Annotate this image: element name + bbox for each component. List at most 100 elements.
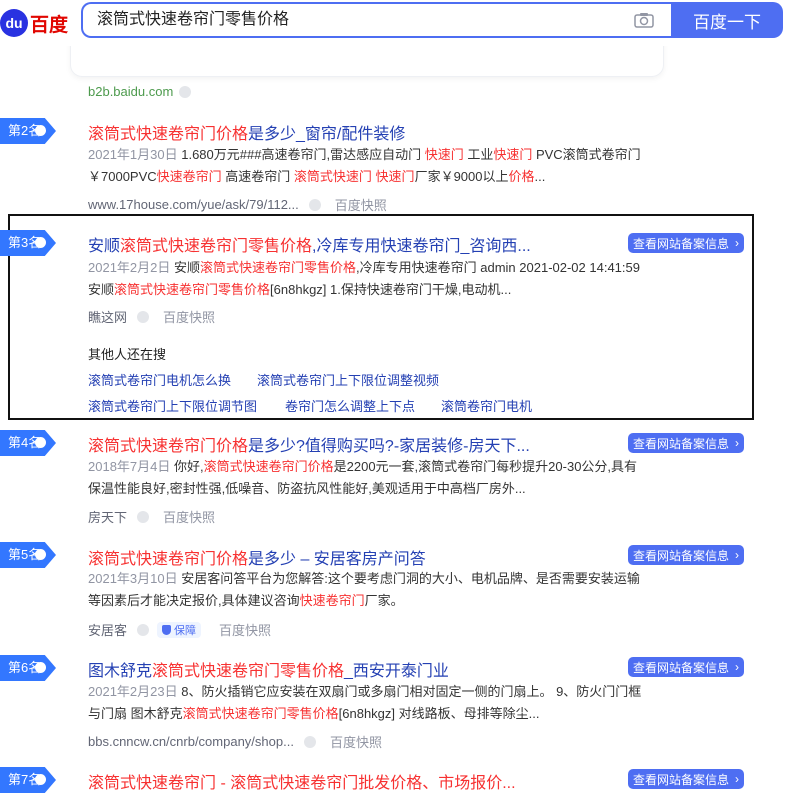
- source-name[interactable]: 安居客: [88, 620, 127, 639]
- result-title-link[interactable]: 滚筒式快速卷帘门 - 滚筒式快速卷帘门批发价格、市场报价...: [88, 769, 516, 793]
- result-snippet-line: 与门扇 图木舒克滚筒式快速卷帘门零售价格[6n8hkgz] 对线路板、母排等除尘…: [88, 703, 648, 725]
- highlight-text: 快速门: [493, 147, 533, 162]
- highlight-text: 滚筒式快速卷帘门零售价格: [152, 663, 345, 680]
- also-search-link[interactable]: 卷帘门怎么调整上下点: [285, 396, 415, 415]
- result-snippet-line: ￥7000PVC快速卷帘门 高速卷帘门 滚筒式快速门 快速门厂家￥9000以上价…: [88, 166, 648, 188]
- verify-label: 保障: [174, 624, 197, 637]
- dropdown-icon[interactable]: [303, 735, 316, 748]
- text-segment: 安居客问答平台为您解答:这个要考虑门洞的大小、电机品牌、是否需要安装运输: [177, 571, 640, 586]
- view-record-button[interactable]: 查看网站备案信息 ›: [628, 657, 744, 677]
- source-name[interactable]: 房天下: [88, 507, 127, 526]
- rank-badge: 第7名: [0, 767, 56, 793]
- highlight-text: 快速卷帘门: [156, 169, 222, 184]
- also-search-link[interactable]: 滚筒式卷帘门上下限位调整视频: [257, 370, 439, 389]
- snapshot-link[interactable]: 百度快照: [163, 307, 215, 326]
- source-name[interactable]: www.17house.com/yue/ask/79/112...: [88, 197, 299, 212]
- view-record-button[interactable]: 查看网站备案信息 ›: [628, 233, 744, 253]
- rank-icon: [35, 437, 46, 448]
- search-header: du 百度 滚筒式快速卷帘门零售价格 百度一下: [0, 0, 800, 46]
- highlight-text: 快速门: [375, 169, 415, 184]
- source-domain: b2b.baidu.com: [88, 84, 174, 99]
- result-snippet-line: 保温性能良好,密封性强,低噪音、防盗抗风性能好,美观适用于中高档厂房外...: [88, 478, 648, 500]
- record-label: 查看网站备案信息: [633, 437, 730, 451]
- search-input-box[interactable]: 滚筒式快速卷帘门零售价格: [81, 2, 672, 38]
- dropdown-icon[interactable]: [137, 623, 150, 636]
- record-label: 查看网站备案信息: [633, 237, 730, 251]
- logo-text: 百度: [30, 14, 69, 36]
- view-record-button[interactable]: 查看网站备案信息 ›: [628, 545, 744, 565]
- text-segment: 安顺: [88, 282, 115, 297]
- text-segment: 是多少?值得购买吗?-家居装修-房天下...: [248, 438, 530, 455]
- camera-icon[interactable]: [634, 12, 654, 28]
- text-segment: [6n8hkgz] 对线路板、母排等除尘...: [338, 706, 540, 721]
- text-segment: ...: [534, 169, 546, 184]
- result-source: 房天下 百度快照: [88, 507, 215, 526]
- dropdown-icon[interactable]: [137, 310, 150, 323]
- rank-badge: 第3名: [0, 230, 56, 256]
- result-source: 安居客 保障 百度快照: [88, 620, 271, 639]
- result-snippet-line: 等因素后才能决定报价,具体建议咨询快速卷帘门厂家。: [88, 590, 648, 612]
- result-snippet-line: 2021年3月10日 安居客问答平台为您解答:这个要考虑门洞的大小、电机品牌、是…: [88, 568, 648, 590]
- dropdown-icon[interactable]: [137, 510, 150, 523]
- also-search-link[interactable]: 滚筒卷帘门电机: [441, 396, 532, 415]
- snapshot-link[interactable]: 百度快照: [219, 620, 271, 639]
- source-name[interactable]: bbs.cnncw.cn/cnrb/company/shop...: [88, 734, 294, 749]
- text-segment: 与门扇 图木舒克: [88, 706, 183, 721]
- highlight-text: 滚筒式快速卷帘门价格: [88, 551, 249, 568]
- text-segment: [6n8hkgz] 1.保持快速卷帘门干燥,电动机...: [270, 282, 512, 297]
- dropdown-icon[interactable]: [179, 86, 192, 98]
- also-search-link[interactable]: 滚筒式卷帘门上下限位调节图: [88, 396, 257, 415]
- snapshot-link[interactable]: 百度快照: [330, 732, 382, 751]
- also-search-title: 其他人还在搜: [88, 347, 167, 362]
- view-record-button[interactable]: 查看网站备案信息 ›: [628, 433, 744, 453]
- verify-badge: 保障: [157, 621, 202, 638]
- highlight-text: 滚筒式快速卷帘门 - 滚筒式快速卷帘门批发价格、市场报价...: [88, 775, 516, 792]
- text-segment: 保温性能良好,密封性强,低噪音、防盗抗风性能好,美观适用于中高档厂房外...: [88, 481, 526, 496]
- text-segment: 等因素后才能决定报价,具体建议咨询: [88, 593, 300, 608]
- rank-icon: [35, 237, 46, 248]
- result-snippet-line: 2021年2月23日 8、防火插销它应安装在双扇门或多扇门相对固定一侧的门扇上。…: [88, 681, 648, 703]
- dropdown-icon[interactable]: [308, 198, 321, 211]
- text-segment: 厂家。: [364, 593, 404, 608]
- view-record-button[interactable]: 查看网站备案信息 ›: [628, 769, 744, 789]
- highlight-text: 滚筒式快速卷帘门零售价格: [200, 260, 357, 275]
- search-input[interactable]: 滚筒式快速卷帘门零售价格: [97, 4, 289, 36]
- result-date: 2021年2月23日: [88, 684, 178, 699]
- result-title-link[interactable]: 安顺滚筒式快速卷帘门零售价格,冷库专用快速卷帘门_咨询西...: [88, 232, 531, 256]
- text-segment: 8、防火插销它应安装在双扇门或多扇门相对固定一侧的门扇上。 9、防火门门框: [177, 684, 642, 699]
- search-button[interactable]: 百度一下: [671, 2, 783, 38]
- rank-badge: 第6名: [0, 655, 56, 681]
- rank-icon: [35, 774, 46, 785]
- text-segment: 你好,: [170, 459, 204, 474]
- highlight-text: 快速卷帘门: [299, 593, 365, 608]
- rank-icon: [35, 549, 46, 560]
- text-segment: 图木舒克: [88, 663, 153, 680]
- record-label: 查看网站备案信息: [633, 549, 730, 563]
- highlight-text: 滚筒式快速卷帘门价格: [88, 438, 249, 455]
- result-snippet-line: 安顺滚筒式快速卷帘门零售价格[6n8hkgz] 1.保持快速卷帘门干燥,电动机.…: [88, 279, 648, 301]
- baidu-logo[interactable]: du 百度: [0, 6, 68, 40]
- result-date: 2021年3月10日: [88, 571, 178, 586]
- result-source: bbs.cnncw.cn/cnrb/company/shop... 百度快照: [88, 732, 382, 751]
- text-segment: 是多少 – 安居客房产问答: [248, 551, 426, 568]
- highlight-text: 滚筒式快速卷帘门零售价格: [114, 282, 271, 297]
- chevron-right-icon: ›: [735, 548, 739, 562]
- text-segment: 安顺: [88, 238, 121, 255]
- text-segment: ,冷库专用快速卷帘门_咨询西...: [312, 238, 531, 255]
- result-title-link[interactable]: 滚筒式快速卷帘门价格是多少?值得购买吗?-家居装修-房天下...: [88, 432, 530, 456]
- source-name[interactable]: 瞧这网: [88, 307, 127, 326]
- text-segment: ,冷库专用快速卷帘门 admin 2021-02-02 14:41:59: [356, 260, 640, 275]
- chevron-right-icon: ›: [735, 236, 739, 250]
- highlight-text: 价格: [508, 169, 535, 184]
- result-snippet-line: 2021年1月30日 1.680万元###高速卷帘门,雷达感应自动门 快速门 工…: [88, 144, 648, 166]
- snapshot-link[interactable]: 百度快照: [335, 195, 387, 214]
- record-label: 查看网站备案信息: [633, 661, 730, 675]
- result-title-link[interactable]: 滚筒式快速卷帘门价格是多少 – 安居客房产问答: [88, 545, 426, 569]
- prev-result-source[interactable]: b2b.baidu.com: [88, 84, 192, 99]
- chevron-right-icon: ›: [735, 660, 739, 674]
- text-segment: PVC滚筒式卷帘门: [532, 147, 641, 162]
- also-search-link[interactable]: 滚筒式卷帘门电机怎么换: [88, 370, 231, 389]
- result-title-link[interactable]: 图木舒克滚筒式快速卷帘门零售价格_西安开泰门业: [88, 657, 449, 681]
- result-title-link[interactable]: 滚筒式快速卷帘门价格是多少_窗帘/配件装修: [88, 120, 405, 144]
- snapshot-link[interactable]: 百度快照: [163, 507, 215, 526]
